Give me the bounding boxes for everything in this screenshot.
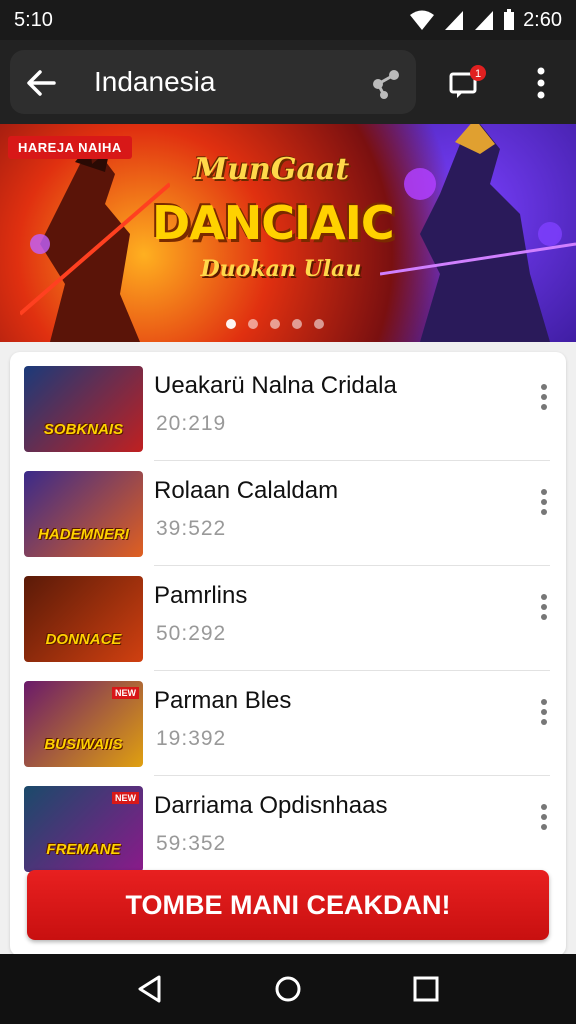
thumbnail-tag: NEW: [112, 792, 139, 804]
page-title: Indanesia: [94, 66, 216, 97]
list-item-subtitle: 59:352: [156, 832, 227, 855]
thumbnail-logo-text: BUSIWAIIS: [44, 736, 123, 753]
game-thumbnail[interactable]: SOBKNAIS: [24, 366, 143, 452]
share-icon[interactable]: [370, 68, 402, 100]
wifi-icon: [410, 10, 435, 30]
game-thumbnail[interactable]: BUSIWAIIS NEW: [24, 681, 143, 767]
nav-back-icon[interactable]: [133, 972, 167, 1006]
game-thumbnail[interactable]: DONNACE: [24, 576, 143, 662]
status-clock: 2:60: [523, 8, 562, 31]
nav-home-icon[interactable]: [271, 972, 305, 1006]
nav-recent-icon[interactable]: [409, 972, 443, 1006]
game-thumbnail[interactable]: HADEMNERI: [24, 471, 143, 557]
list-item[interactable]: BUSIWAIIS NEW Parman Bles 19:392: [10, 671, 566, 776]
banner-title-line3: Duokan Ulau: [200, 256, 362, 282]
list-item-title: Darriama Opdisnhaas: [154, 792, 388, 819]
notification-badge: 1: [475, 68, 481, 80]
list-item[interactable]: SOBKNAIS Ueakarü Nalna Cridala 20:219: [10, 356, 566, 461]
list-item-title: Parman Bles: [154, 687, 292, 714]
hero-warrior-image: [20, 144, 170, 342]
list-item-subtitle: 50:292: [156, 622, 227, 645]
list-item-title: Ueakarü Nalna Cridala: [154, 372, 397, 399]
promo-banner[interactable]: HAREJA NAIHA MunGaat DANCIAIC Duokan Ula…: [0, 124, 576, 342]
status-icons: 2:60: [409, 9, 562, 32]
item-more-vert-icon[interactable]: [534, 380, 554, 414]
hero-mage-image: [380, 124, 576, 342]
game-thumbnail[interactable]: FREMANE NEW: [24, 786, 143, 872]
carousel-dots[interactable]: [226, 319, 324, 329]
list-item-title: Pamrlins: [154, 582, 248, 609]
item-more-vert-icon[interactable]: [534, 695, 554, 729]
thumbnail-logo-text: FREMANE: [46, 841, 121, 858]
list-item-title: Rolaan Calaldam: [154, 477, 339, 504]
status-bar: 5:10 2:60: [0, 0, 576, 40]
game-list: SOBKNAIS Ueakarü Nalna Cridala 20:219 HADEM…: [10, 352, 566, 956]
banner-title-line2: DANCIAIC: [152, 196, 395, 250]
banner-title-line1: MunGaat: [194, 152, 350, 187]
list-item[interactable]: FREMANE NEW Darriama Opdisnhaas 59:352: [10, 776, 566, 881]
carousel-dot[interactable]: [270, 319, 280, 329]
back-arrow-icon[interactable]: [24, 66, 58, 100]
item-more-vert-icon[interactable]: [534, 800, 554, 834]
list-item[interactable]: DONNACE Pamrlins 50:292: [10, 566, 566, 671]
carousel-dot[interactable]: [226, 319, 236, 329]
signal-icon-2: [475, 11, 494, 30]
thumbnail-logo-text: SOBKNAIS: [43, 421, 124, 438]
signal-icon: [445, 11, 464, 30]
list-item[interactable]: HADEMNERI Rolaan Calaldam 39:522: [10, 461, 566, 566]
cast-icon[interactable]: 1: [448, 64, 488, 104]
thumbnail-logo-text: HADEMNERI: [38, 526, 129, 543]
battery-icon: [504, 9, 515, 30]
carousel-dot[interactable]: [292, 319, 302, 329]
list-item-subtitle: 19:392: [156, 727, 227, 750]
app-bar: Indanesia 1: [0, 40, 576, 124]
list-item-subtitle: 20:219: [156, 412, 227, 435]
carousel-dot[interactable]: [314, 319, 324, 329]
list-item-subtitle: 39:522: [156, 517, 227, 540]
more-vert-icon[interactable]: [526, 66, 556, 100]
item-more-vert-icon[interactable]: [534, 485, 554, 519]
carousel-dot[interactable]: [248, 319, 258, 329]
item-more-vert-icon[interactable]: [534, 590, 554, 624]
thumbnail-logo-text: DONNACE: [45, 631, 122, 648]
cta-button[interactable]: TOMBE MANI CEAKDAN!: [27, 870, 549, 940]
banner-badge: HAREJA NAIHA: [8, 136, 132, 159]
status-time: 5:10: [14, 8, 53, 31]
system-nav-bar: [0, 954, 576, 1024]
thumbnail-tag: NEW: [112, 687, 139, 699]
